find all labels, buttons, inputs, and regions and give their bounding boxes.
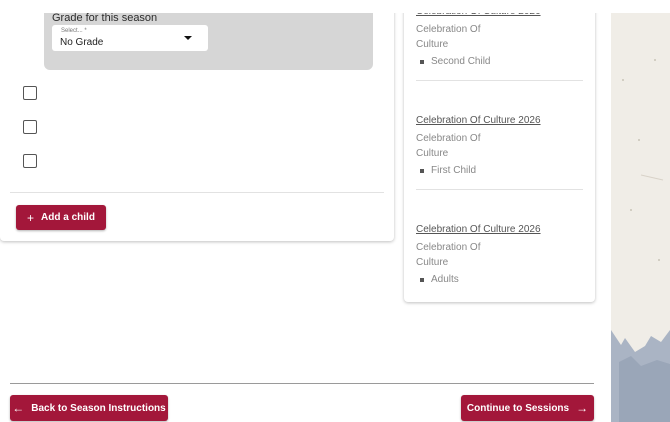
event-description: Culture (416, 39, 449, 50)
header-strip (0, 0, 670, 13)
event-participant: Second Child (431, 56, 491, 67)
event-divider (416, 80, 583, 81)
grade-label: Grade for this season (52, 12, 158, 24)
caret-down-icon (184, 36, 192, 40)
event-participant: Adults (431, 274, 459, 285)
footer-divider (10, 383, 594, 384)
child-checkbox-1[interactable] (23, 86, 37, 100)
event-description: Celebration Of (416, 24, 481, 35)
bullet-icon (420, 59, 424, 64)
event-description: Celebration Of (416, 133, 481, 144)
events-panel: Celebration Of Culture 2026 Celebration … (404, 0, 595, 302)
back-to-season-instructions-button[interactable]: ← Back to Season Instructions (10, 395, 168, 421)
back-button-label: Back to Season Instructions (31, 402, 166, 414)
bullet-icon (420, 277, 424, 282)
map-background (611, 0, 670, 422)
grade-select-value: No Grade (60, 37, 104, 48)
arrow-left-icon: ← (12, 401, 25, 415)
map-image (611, 0, 670, 422)
form-divider (10, 192, 384, 193)
continue-button-label: Continue to Sessions (466, 402, 570, 414)
event-description: Culture (416, 257, 449, 268)
event-item: Celebration Of Culture 2026 Celebration … (416, 115, 586, 176)
continue-to-sessions-button[interactable]: Continue to Sessions → (461, 395, 594, 421)
event-item: Celebration Of Culture 2026 Celebration … (416, 6, 586, 67)
grade-select[interactable]: Select... * No Grade (52, 25, 208, 51)
plus-icon: + (27, 210, 35, 225)
event-description: Culture (416, 148, 449, 159)
event-divider (416, 189, 583, 190)
event-item: Celebration Of Culture 2026 Celebration … (416, 224, 586, 285)
event-title-link[interactable]: Celebration Of Culture 2026 (416, 115, 586, 126)
bullet-icon (420, 168, 424, 173)
event-description: Celebration Of (416, 242, 481, 253)
event-title-link[interactable]: Celebration Of Culture 2026 (416, 224, 586, 235)
grade-select-caption: Select... * (61, 28, 87, 34)
add-child-button[interactable]: + Add a child (16, 205, 106, 230)
child-checkbox-3[interactable] (23, 154, 37, 168)
child-checkbox-2[interactable] (23, 120, 37, 134)
add-child-label: Add a child (41, 212, 95, 223)
arrow-right-icon: → (576, 401, 589, 415)
event-participant: First Child (431, 165, 477, 176)
